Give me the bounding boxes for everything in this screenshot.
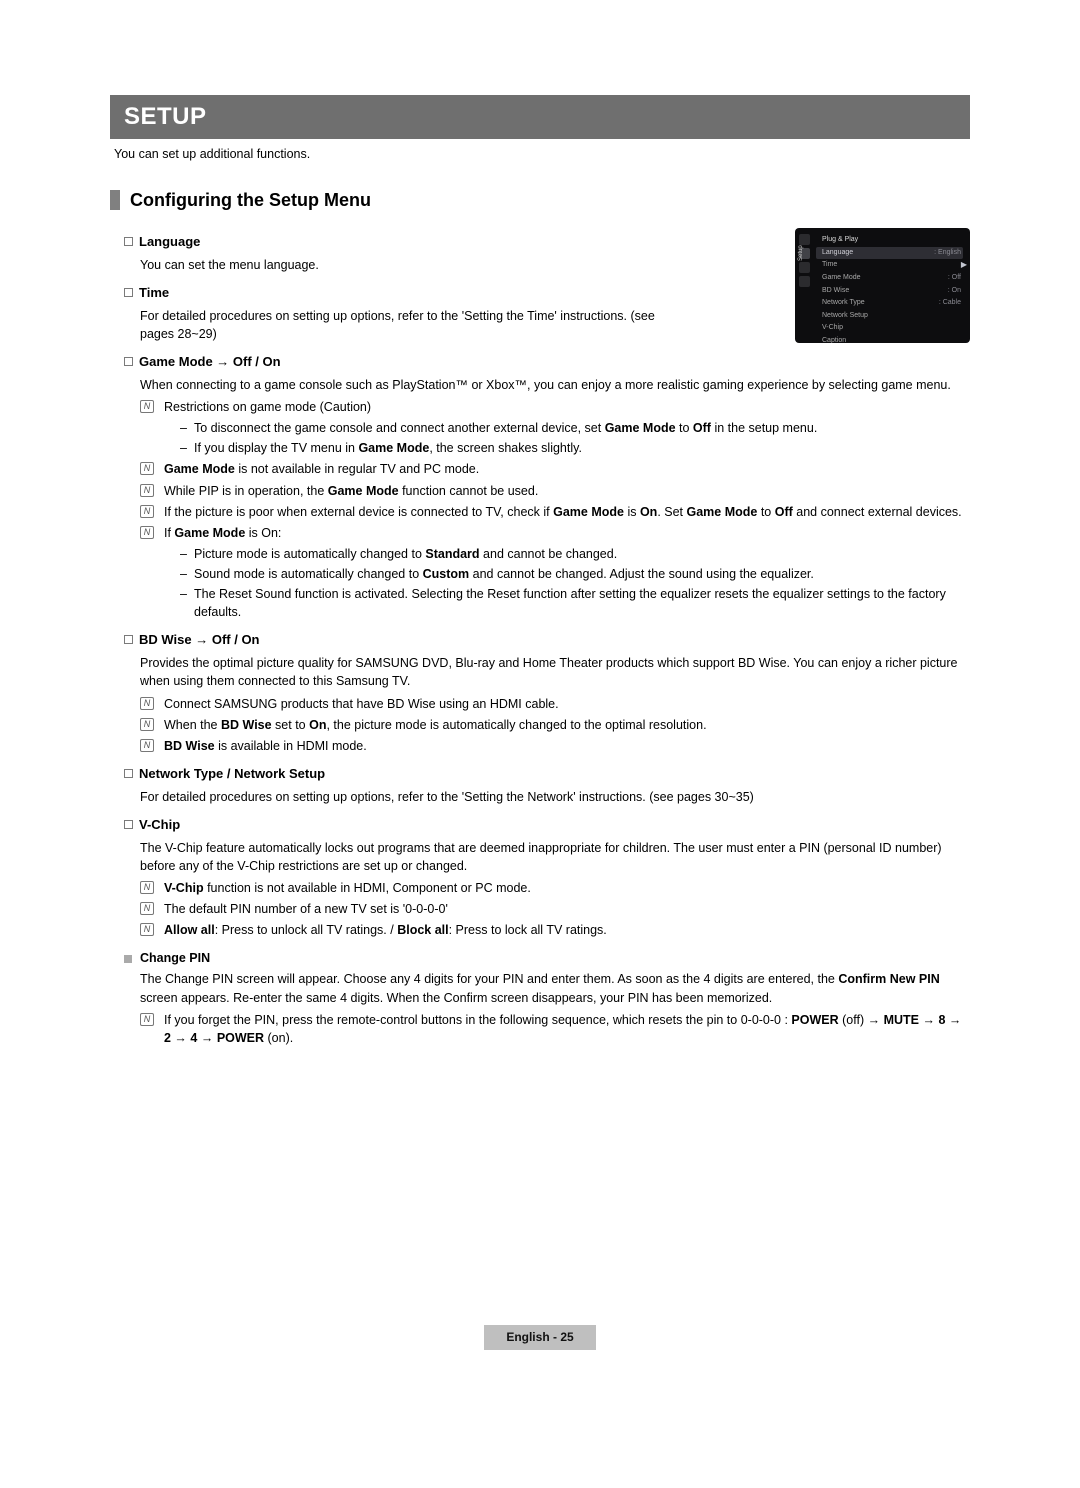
note-icon: N	[140, 1013, 154, 1026]
note-icon: N	[140, 505, 154, 518]
note-game-restrictions: NRestrictions on game mode (Caution)	[140, 398, 970, 416]
note-icon: N	[140, 902, 154, 915]
note-icon: N	[140, 718, 154, 731]
dash-game-picture-standard: –Picture mode is automatically changed t…	[180, 545, 970, 563]
item-network-title: Network Type / Network Setup	[124, 765, 970, 784]
note-vchip-allow-block: NAllow all: Press to unlock all TV ratin…	[140, 921, 970, 939]
checkbox-icon	[124, 635, 133, 644]
note-bdwise-on: NWhen the BD Wise set to On, the picture…	[140, 716, 970, 734]
item-vchip-title: V-Chip	[124, 816, 970, 835]
dash-game-disconnect: –To disconnect the game console and conn…	[180, 419, 970, 437]
dash-game-menu-shake: –If you display the TV menu in Game Mode…	[180, 439, 970, 457]
osd-side-label: Setup	[797, 237, 806, 261]
note-game-pip: NWhile PIP is in operation, the Game Mod…	[140, 482, 970, 500]
item-time-body: For detailed procedures on setting up op…	[140, 307, 680, 343]
osd-row-bdwise: BD Wise: On	[816, 285, 963, 297]
square-bullet-icon	[124, 955, 132, 963]
note-icon: N	[140, 400, 154, 413]
section-title: Configuring the Setup Menu	[130, 187, 371, 213]
note-icon: N	[140, 881, 154, 894]
note-icon: N	[140, 923, 154, 936]
note-changepin-forget: NIf you forget the PIN, press the remote…	[140, 1011, 970, 1047]
tv-osd-preview: Setup Plug & Play Language: English Time…	[795, 228, 970, 343]
sub-changepin-title: Change PIN	[124, 949, 970, 967]
note-icon: N	[140, 739, 154, 752]
note-vchip-default-pin: NThe default PIN number of a new TV set …	[140, 900, 970, 918]
note-icon: N	[140, 462, 154, 475]
item-game-title: Game Mode → Off / On	[124, 353, 970, 372]
checkbox-icon	[124, 288, 133, 297]
checkbox-icon	[124, 769, 133, 778]
page-footer: English - 25	[0, 1325, 1080, 1350]
item-network-body: For detailed procedures on setting up op…	[140, 788, 970, 806]
note-bdwise-hdmi: NBD Wise is available in HDMI mode.	[140, 737, 970, 755]
chevron-right-icon: ▶	[961, 259, 967, 271]
checkbox-icon	[124, 357, 133, 366]
note-icon: N	[140, 697, 154, 710]
note-icon: N	[140, 484, 154, 497]
osd-row-gamemode: Game Mode: Off	[816, 272, 963, 284]
section-heading: Configuring the Setup Menu	[110, 187, 970, 213]
section-bar-icon	[110, 190, 120, 210]
note-icon: N	[140, 526, 154, 539]
item-game-body: When connecting to a game console such a…	[140, 376, 970, 394]
osd-row-language: Language: English	[816, 247, 963, 259]
dash-game-reset-sound: –The Reset Sound function is activated. …	[180, 585, 970, 621]
checkbox-icon	[124, 820, 133, 829]
note-game-not-available: NGame Mode is not available in regular T…	[140, 460, 970, 478]
footer-page-label: English - 25	[484, 1325, 595, 1350]
sub-changepin-body: The Change PIN screen will appear. Choos…	[140, 970, 970, 1006]
osd-row-plugplay: Plug & Play	[822, 235, 858, 245]
note-game-picture-poor: NIf the picture is poor when external de…	[140, 503, 970, 521]
note-vchip-not-available: NV-Chip function is not available in HDM…	[140, 879, 970, 897]
intro-text: You can set up additional functions.	[114, 145, 970, 163]
osd-row-time: Time	[816, 259, 963, 271]
osd-row-caption: Caption	[816, 335, 963, 343]
item-bdwise-body: Provides the optimal picture quality for…	[140, 654, 970, 690]
osd-row-networktype: Network Type: Cable	[816, 297, 963, 309]
note-bdwise-connect: NConnect SAMSUNG products that have BD W…	[140, 695, 970, 713]
item-bdwise-title: BD Wise → Off / On	[124, 631, 970, 650]
page-banner: SETUP	[110, 95, 970, 139]
note-game-if-on: NIf Game Mode is On:	[140, 524, 970, 542]
osd-row-networksetup: Network Setup	[816, 310, 963, 322]
item-vchip-body: The V-Chip feature automatically locks o…	[140, 839, 970, 875]
osd-row-vchip: V-Chip	[816, 322, 963, 334]
checkbox-icon	[124, 237, 133, 246]
dash-game-sound-custom: –Sound mode is automatically changed to …	[180, 565, 970, 583]
